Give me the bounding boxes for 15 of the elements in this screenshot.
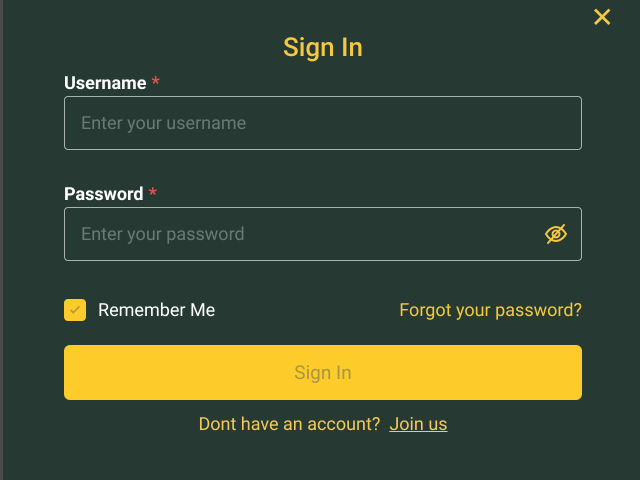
field-label: Username — [64, 72, 146, 94]
signup-prompt: Dont have an account? — [198, 414, 380, 435]
field-label: Password — [64, 184, 144, 204]
dialog-title: Sign In — [282, 32, 364, 65]
eye-slash-icon[interactable] — [544, 222, 568, 246]
checkmark-icon — [68, 303, 82, 317]
username-field[interactable]: Enter your username — [64, 96, 582, 150]
password-field[interactable]: Enter your password — [64, 207, 582, 261]
checkbox-label: Remember Me — [98, 300, 216, 320]
join-link[interactable]: Join us — [389, 414, 448, 435]
checkbox[interactable] — [64, 299, 86, 321]
required-mark: * — [151, 72, 160, 94]
forgot-password-link[interactable]: Forgot your password? — [399, 300, 582, 320]
required-mark: * — [148, 184, 157, 204]
close-button[interactable]: ✕ — [590, 4, 614, 32]
